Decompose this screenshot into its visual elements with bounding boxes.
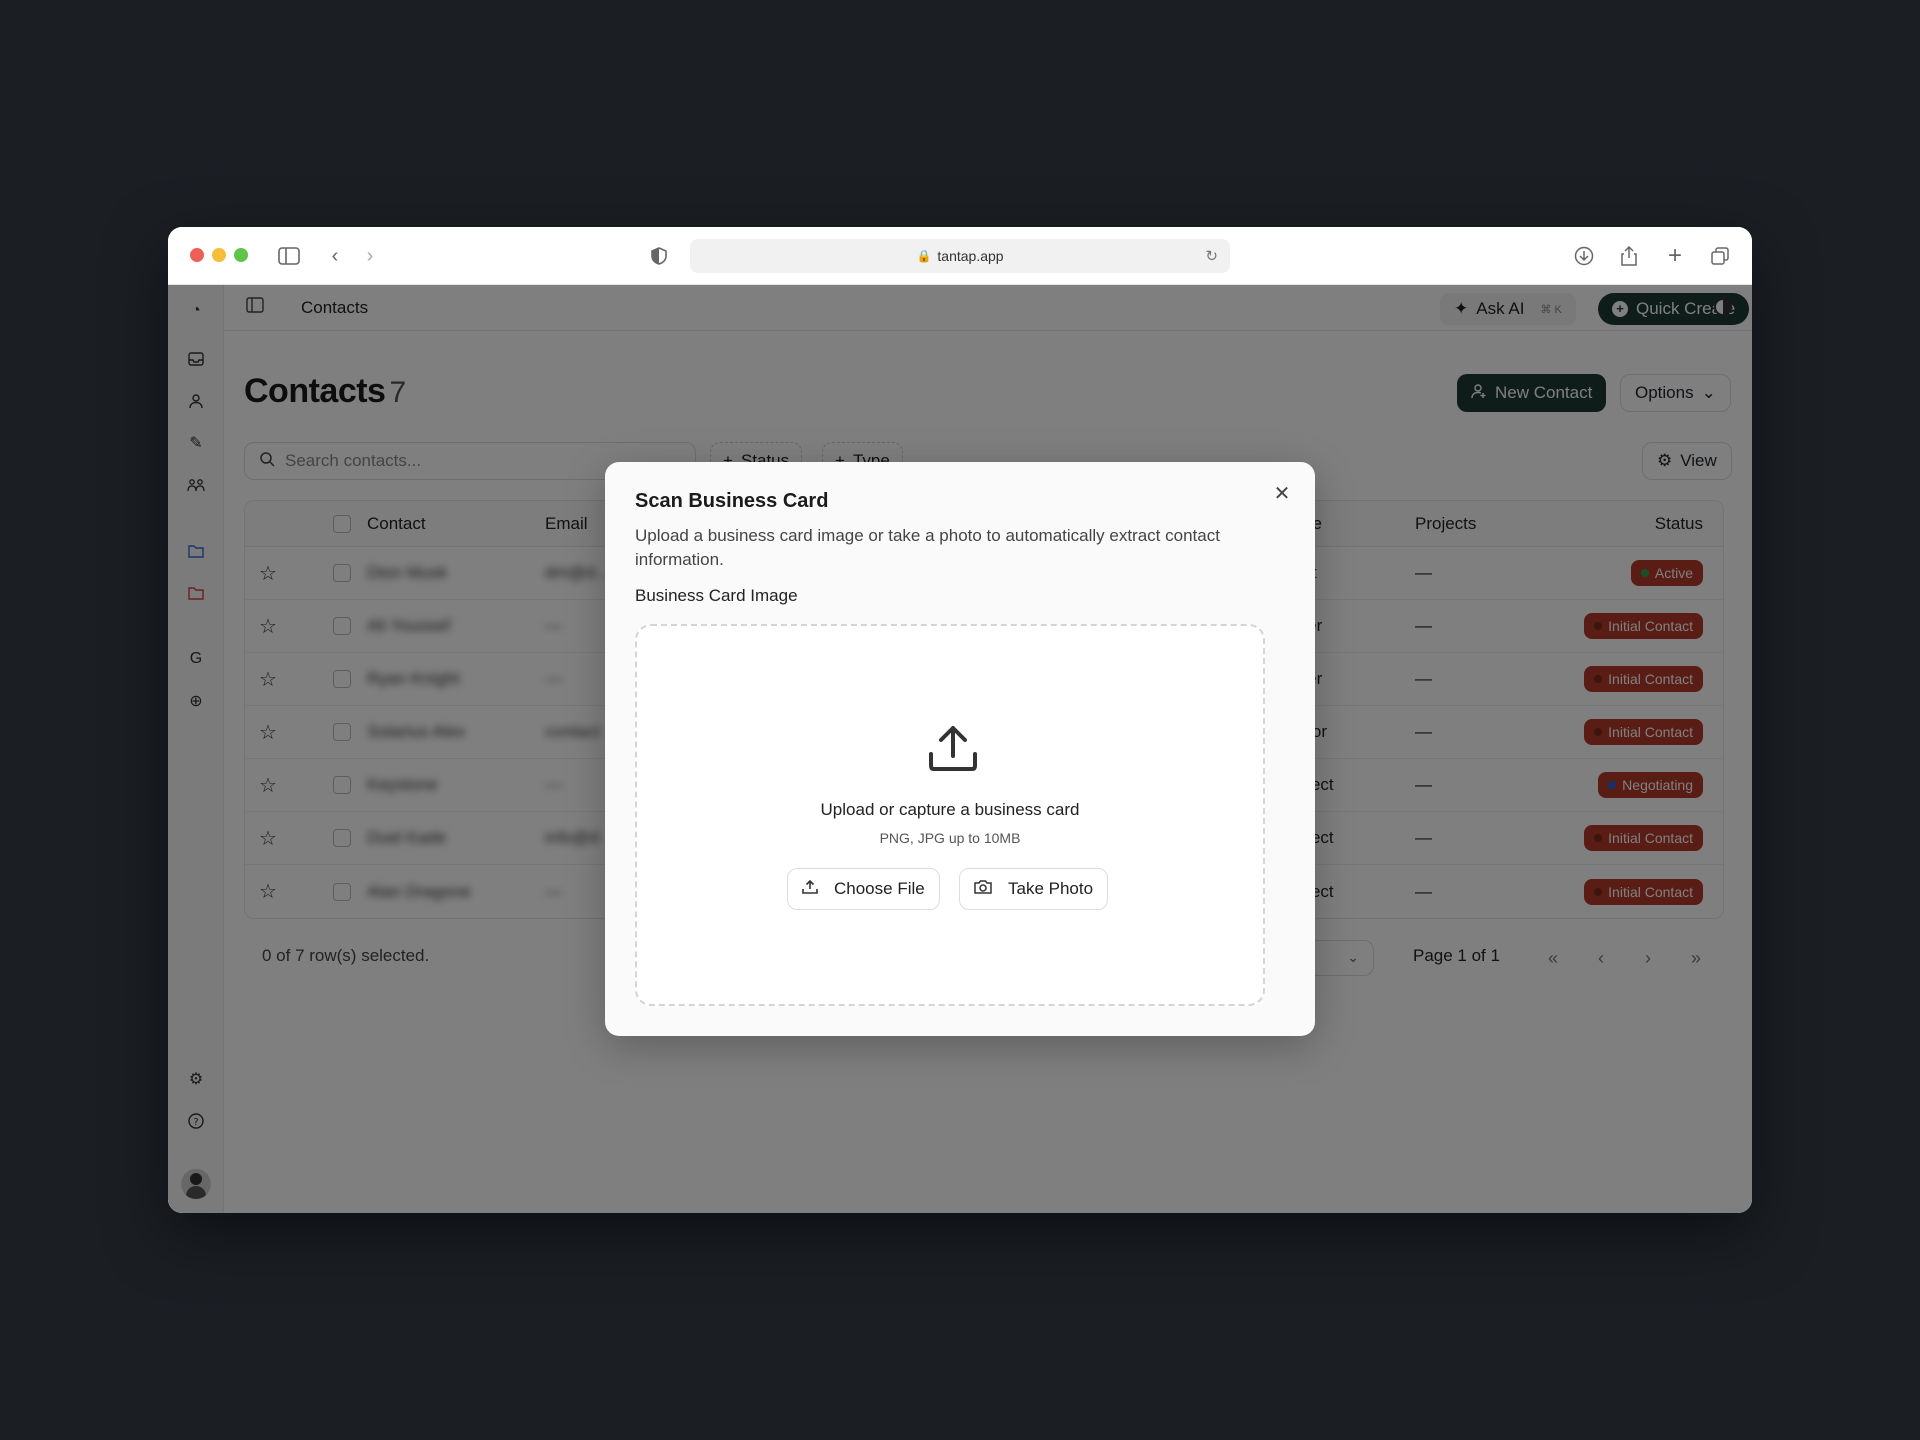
choose-file-label: Choose File bbox=[834, 879, 925, 898]
reload-icon[interactable]: ↻ bbox=[1205, 247, 1218, 265]
take-photo-label: Take Photo bbox=[1008, 879, 1094, 898]
shield-icon[interactable] bbox=[646, 243, 672, 269]
dropzone-hint: PNG, JPG up to 10MB bbox=[879, 830, 1021, 846]
business-card-dropzone[interactable]: Upload or capture a business card PNG, J… bbox=[635, 624, 1265, 1006]
url-text: tantap.app bbox=[937, 248, 1004, 264]
tabs-overview-icon[interactable] bbox=[1707, 243, 1733, 269]
minimize-window-button[interactable] bbox=[212, 248, 226, 262]
browser-chrome: ‹ › 🔒 tantap.app ↻ + bbox=[168, 227, 1752, 285]
close-icon[interactable]: ✕ bbox=[1269, 480, 1295, 506]
take-photo-button[interactable]: Take Photo bbox=[959, 868, 1109, 910]
forward-icon[interactable]: › bbox=[357, 243, 383, 269]
close-window-button[interactable] bbox=[190, 248, 204, 262]
new-tab-icon[interactable]: + bbox=[1662, 242, 1688, 269]
upload-icon bbox=[929, 726, 977, 771]
address-bar[interactable]: 🔒 tantap.app ↻ bbox=[690, 239, 1230, 273]
dialog-title: Scan Business Card bbox=[635, 490, 829, 512]
choose-file-button[interactable]: Choose File bbox=[787, 868, 940, 910]
camera-icon bbox=[974, 879, 992, 900]
sidebar-toggle-icon[interactable] bbox=[276, 243, 302, 269]
scan-business-card-dialog: Scan Business Card ✕ Upload a business c… bbox=[605, 462, 1315, 1036]
maximize-window-button[interactable] bbox=[234, 248, 248, 262]
dialog-description: Upload a business card image or take a p… bbox=[635, 526, 1220, 569]
download-icon[interactable] bbox=[1571, 243, 1597, 269]
dropzone-title: Upload or capture a business card bbox=[820, 800, 1080, 819]
business-card-field-label: Business Card Image bbox=[635, 586, 798, 605]
upload-small-icon bbox=[802, 879, 818, 900]
share-icon[interactable] bbox=[1616, 243, 1642, 269]
lock-icon: 🔒 bbox=[916, 249, 932, 263]
back-icon[interactable]: ‹ bbox=[322, 243, 348, 269]
